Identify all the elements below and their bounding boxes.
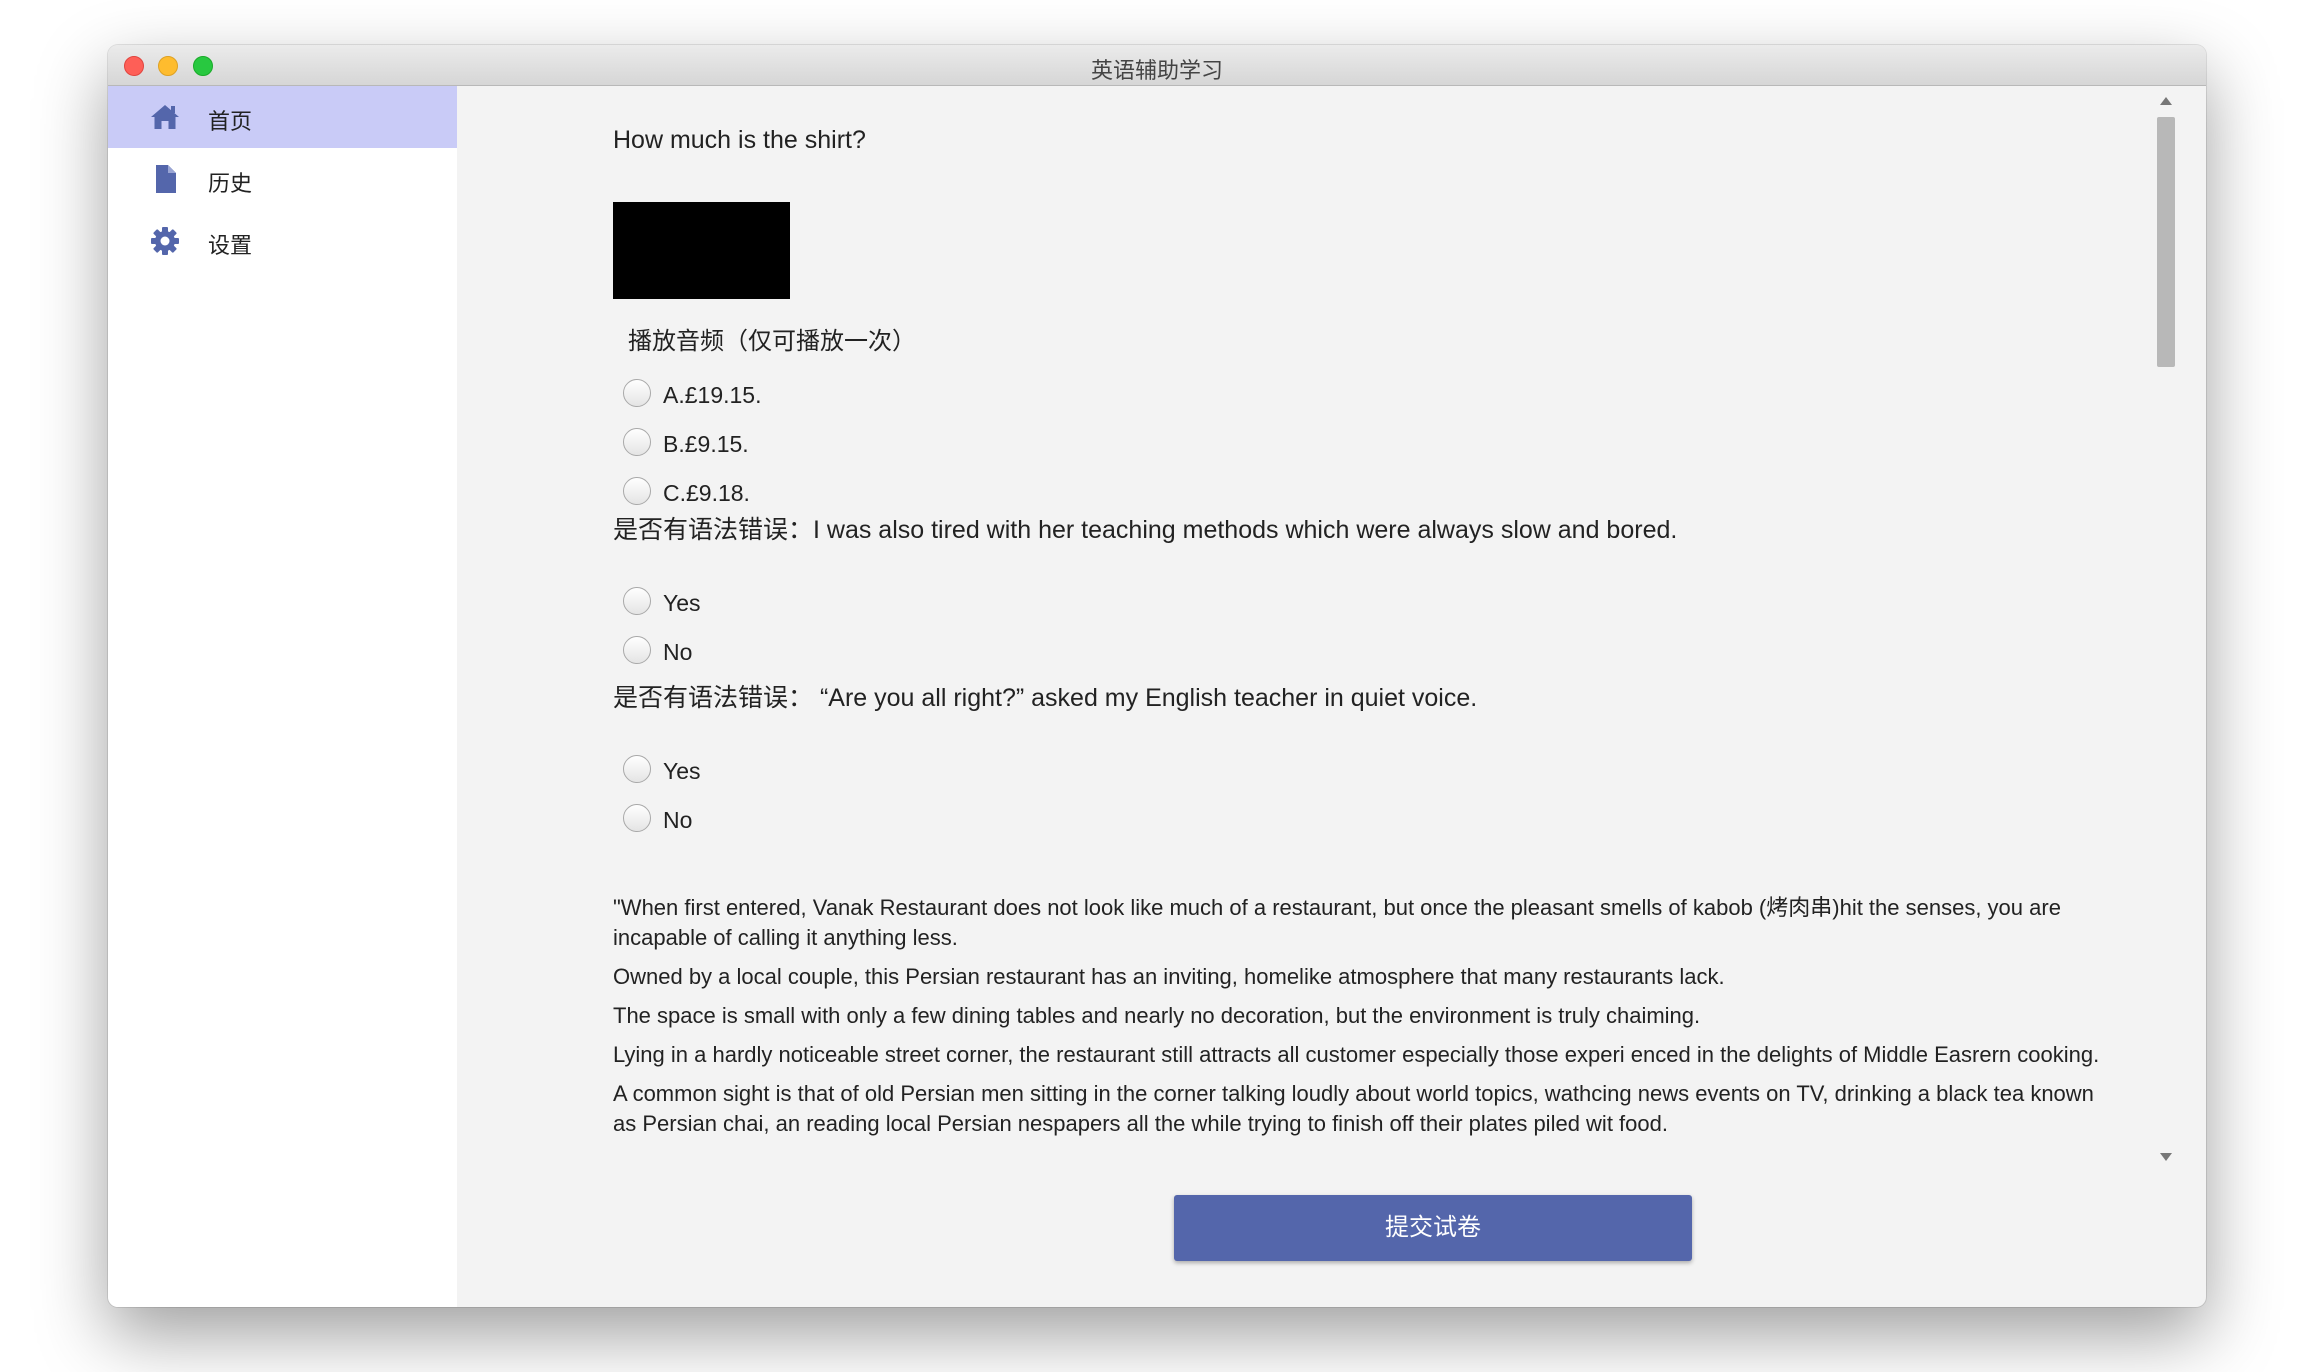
sidebar-item-history[interactable]: 历史 bbox=[108, 148, 457, 210]
passage-paragraph: "When first entered, Vanak Restaurant do… bbox=[613, 895, 2061, 950]
sidebar-item-label: 历史 bbox=[208, 171, 253, 196]
window-title: 英语辅助学习 bbox=[1090, 58, 1223, 83]
passage-paragraph: Owned by a local couple, this Persian re… bbox=[613, 964, 1725, 989]
radio-button[interactable] bbox=[623, 755, 651, 783]
radio-button[interactable] bbox=[623, 477, 651, 505]
play-audio-label[interactable]: 播放音频（仅可播放一次） bbox=[628, 321, 916, 356]
scroll-up-arrow-icon[interactable] bbox=[2160, 97, 2172, 105]
option-label: Yes bbox=[663, 758, 701, 784]
reading-passage: "When first entered, Vanak Restaurant do… bbox=[613, 893, 2103, 1148]
scroll-down-arrow-icon[interactable] bbox=[2160, 1153, 2172, 1161]
scroll-thumb[interactable] bbox=[2157, 117, 2175, 367]
sidebar-item-label: 首页 bbox=[208, 109, 253, 134]
passage-paragraph: A common sight is that of old Persian me… bbox=[613, 1081, 2094, 1136]
gear-icon bbox=[148, 224, 182, 258]
sidebar-item-label: 设置 bbox=[208, 233, 253, 258]
passage-paragraph: Lying in a hardly noticeable street corn… bbox=[613, 1042, 2100, 1067]
app-window: 英语辅助学习 首页 历史 设置 How much is the shirt? 播… bbox=[108, 45, 2206, 1307]
title-bar: 英语辅助学习 bbox=[108, 45, 2206, 86]
document-icon bbox=[148, 162, 182, 196]
sidebar-item-settings[interactable]: 设置 bbox=[108, 210, 457, 272]
option-label: Yes bbox=[663, 590, 701, 616]
radio-button[interactable] bbox=[623, 587, 651, 615]
question-prompt: 是否有语法错误：I was also tired with her teachi… bbox=[613, 516, 1678, 544]
option-label: No bbox=[663, 639, 693, 665]
vertical-scrollbar[interactable] bbox=[2153, 95, 2179, 1165]
option-label: B.£9.15. bbox=[663, 431, 749, 457]
sidebar: 首页 历史 设置 bbox=[108, 86, 457, 1307]
radio-button[interactable] bbox=[623, 636, 651, 664]
option-label: A.£19.15. bbox=[663, 382, 762, 408]
question-prompt: 是否有语法错误： “Are you all right?” asked my E… bbox=[613, 684, 1478, 712]
audio-player[interactable] bbox=[613, 202, 790, 299]
sidebar-item-home[interactable]: 首页 bbox=[108, 86, 457, 148]
radio-button[interactable] bbox=[623, 379, 651, 407]
radio-button[interactable] bbox=[623, 804, 651, 832]
question-prompt: How much is the shirt? bbox=[613, 126, 866, 154]
submit-exam-button[interactable]: 提交试卷 bbox=[1174, 1195, 1692, 1261]
home-icon bbox=[148, 100, 182, 134]
option-label: C.£9.18. bbox=[663, 480, 750, 506]
passage-paragraph: The space is small with only a few dinin… bbox=[613, 1003, 1701, 1028]
radio-button[interactable] bbox=[623, 428, 651, 456]
option-label: No bbox=[663, 807, 693, 833]
